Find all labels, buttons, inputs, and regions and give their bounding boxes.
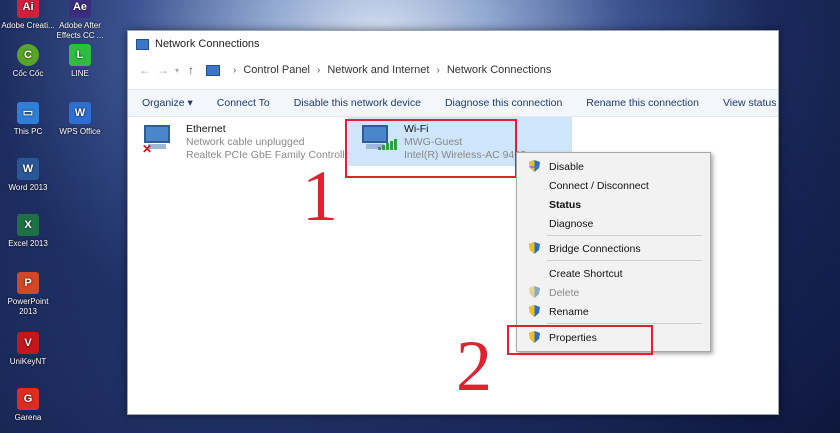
control-panel-icon (206, 64, 220, 76)
menu-item-bridge-connections[interactable]: Bridge Connections (517, 239, 710, 258)
desktop-icon-word[interactable]: W Word 2013 (0, 158, 56, 193)
menu-item-label: Disable (549, 160, 585, 173)
breadcrumb: › Control Panel › Network and Internet ›… (206, 64, 551, 76)
wifi-highlight-box (345, 119, 517, 178)
breadcrumb-separator-icon[interactable]: › (436, 65, 439, 76)
desktop-icon-unikey[interactable]: V UniKeyNT (0, 332, 56, 367)
desktop-icon-label: WPS Office (59, 127, 101, 136)
menu-item-label: Delete (549, 286, 580, 299)
back-arrow-icon[interactable]: ← (136, 63, 154, 77)
uac-shield-icon (529, 305, 540, 317)
title-bar: Network Connections (128, 31, 778, 57)
desktop-icon-label: Adobe Creati... (1, 21, 55, 30)
window-title: Network Connections (155, 38, 260, 50)
desktop-icon-label: UniKeyNT (9, 357, 47, 366)
desktop-icon-garena[interactable]: G Garena (0, 388, 56, 423)
uac-shield-icon (529, 242, 540, 254)
line-icon: L (69, 44, 91, 66)
up-arrow-icon[interactable]: ↑ (182, 63, 200, 77)
desktop-icon-wps-office[interactable]: W WPS Office (52, 102, 108, 137)
desktop-icon-coc-coc[interactable]: C Cốc Cốc (0, 44, 56, 79)
menu-item-label: Create Shortcut (549, 267, 623, 280)
menu-item-label: Bridge Connections (549, 242, 641, 255)
desktop-icon-adobe-creative[interactable]: Ai Adobe Creati... (0, 0, 56, 31)
menu-item-disable[interactable]: Disable (517, 157, 710, 176)
powerpoint-icon: P (17, 272, 39, 294)
forward-arrow-icon[interactable]: → (154, 63, 172, 77)
rename-connection-button[interactable]: Rename this connection (586, 97, 699, 109)
desktop-icon-label: Word 2013 (8, 183, 48, 192)
desktop-icon-label: PowerPoint 2013 (7, 297, 49, 316)
connect-to-button[interactable]: Connect To (217, 97, 270, 109)
uac-shield-icon (529, 286, 540, 298)
menu-separator (547, 235, 702, 236)
desktop-icon-excel[interactable]: X Excel 2013 (0, 214, 56, 249)
network-connections-icon (136, 38, 149, 50)
menu-item-connect-disconnect[interactable]: Connect / Disconnect (517, 176, 710, 195)
after-effects-icon: Ae (69, 0, 91, 18)
desktop-icon-label: Excel 2013 (8, 239, 48, 248)
breadcrumb-network-connections[interactable]: Network Connections (447, 64, 552, 76)
desktop-icon-label: Garena (14, 413, 42, 422)
step-1-label: 1 (302, 156, 338, 236)
menu-item-rename[interactable]: Rename (517, 302, 710, 321)
excel-icon: X (17, 214, 39, 236)
wps-office-icon: W (69, 102, 91, 124)
menu-item-diagnose[interactable]: Diagnose (517, 214, 710, 233)
menu-separator (547, 323, 702, 324)
coc-coc-icon: C (17, 44, 39, 66)
menu-item-label: Status (549, 198, 582, 211)
menu-item-label: Rename (549, 305, 589, 318)
menu-separator (547, 260, 702, 261)
organize-button[interactable]: Organize ▾ (142, 97, 193, 109)
desktop-icon-label: This PC (13, 127, 43, 136)
recent-locations-chevron-icon[interactable]: ▾ (172, 66, 182, 75)
menu-item-delete[interactable]: Delete (517, 283, 710, 302)
address-bar: ← → ▾ ↑ › Control Panel › Network and In… (128, 57, 778, 83)
breadcrumb-network-and-internet[interactable]: Network and Internet (327, 64, 429, 76)
this-pc-icon: ▭ (17, 102, 39, 124)
step-2-label: 2 (456, 326, 492, 406)
garena-icon: G (17, 388, 39, 410)
command-bar: Organize ▾ Connect To Disable this netwo… (128, 89, 778, 117)
word-icon: W (17, 158, 39, 180)
desktop-icon-label: Adobe After Effects CC ... (56, 21, 104, 40)
uac-shield-icon (529, 160, 540, 172)
desktop-icon-line[interactable]: L LINE (52, 44, 108, 79)
ethernet-adapter-icon: ✕ (142, 123, 176, 156)
breadcrumb-separator-icon[interactable]: › (317, 65, 320, 76)
menu-item-status[interactable]: Status (517, 195, 710, 214)
desktop-icon-after-effects[interactable]: Ae Adobe After Effects CC ... (52, 0, 108, 41)
context-menu: Disable Connect / Disconnect Status Diag… (516, 152, 711, 352)
adobe-creative-icon: Ai (17, 0, 39, 18)
menu-item-create-shortcut[interactable]: Create Shortcut (517, 264, 710, 283)
disconnected-x-icon: ✕ (142, 142, 153, 156)
menu-item-label: Diagnose (549, 217, 594, 230)
desktop-icon-powerpoint[interactable]: P PowerPoint 2013 (0, 272, 56, 317)
menu-item-label: Connect / Disconnect (549, 179, 649, 192)
adapter-name: Ethernet (186, 123, 226, 135)
disable-device-button[interactable]: Disable this network device (294, 97, 421, 109)
adapter-status: Network cable unplugged (186, 136, 305, 148)
desktop-icon-label: LINE (71, 69, 89, 78)
desktop-icon-label: Cốc Cốc (12, 69, 44, 78)
breadcrumb-control-panel[interactable]: Control Panel (243, 64, 310, 76)
diagnose-connection-button[interactable]: Diagnose this connection (445, 97, 562, 109)
unikey-icon: V (17, 332, 39, 354)
breadcrumb-separator-icon[interactable]: › (233, 65, 236, 76)
desktop-icon-this-pc[interactable]: ▭ This PC (0, 102, 56, 137)
properties-highlight-box (507, 325, 653, 355)
view-status-button[interactable]: View status of (723, 97, 778, 109)
